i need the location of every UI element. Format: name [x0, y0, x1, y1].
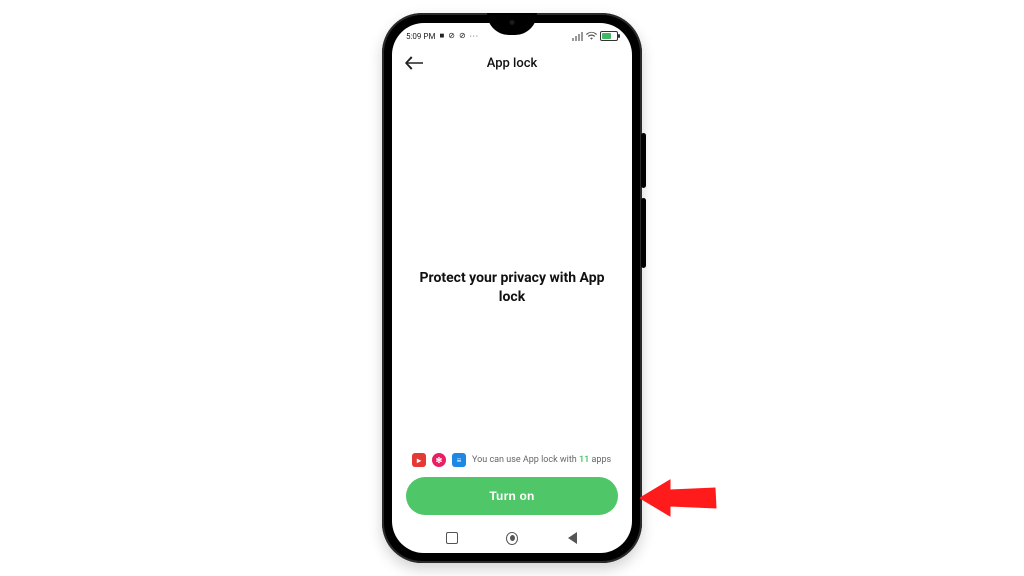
turn-on-button[interactable]: Turn on [406, 477, 618, 515]
youtube-icon: ▸ [412, 453, 426, 467]
phone-side-button-top [641, 133, 646, 188]
annotation-arrow [640, 468, 720, 532]
square-icon [446, 532, 458, 544]
status-time: 5:09 PM [406, 32, 435, 41]
back-button[interactable] [400, 49, 428, 77]
apps-summary-row: ▸ ✻ ≡ You can use App lock with 11 apps [412, 453, 616, 467]
signal-icon [572, 32, 583, 41]
phone-frame: 5:09 PM ■ ⊘ ⊘ ··· [382, 13, 642, 563]
messaging-app-icon: ≡ [452, 453, 466, 467]
nav-recent-button[interactable] [446, 532, 458, 544]
apps-text-suffix: apps [589, 455, 611, 465]
status-mute-icon: ⊘ [459, 32, 466, 40]
arrow-left-icon [405, 56, 423, 70]
status-more-icon: ··· [470, 32, 479, 41]
status-rec-icon: ■ [439, 32, 444, 40]
app-header: App lock [392, 47, 632, 79]
main-content: Protect your privacy with App lock [392, 79, 632, 453]
android-nav-bar [392, 523, 632, 553]
apps-count: 11 [579, 455, 589, 465]
triangle-left-icon [568, 532, 577, 544]
nav-back-button[interactable] [566, 532, 578, 544]
nav-home-button[interactable] [506, 532, 518, 544]
apps-summary-text: You can use App lock with 11 apps [472, 455, 611, 465]
screen: 5:09 PM ■ ⊘ ⊘ ··· [392, 23, 632, 553]
battery-icon [600, 31, 618, 41]
status-dnd-icon: ⊘ [448, 32, 455, 40]
phone-camera [508, 18, 517, 27]
footer: ▸ ✻ ≡ You can use App lock with 11 apps … [392, 453, 632, 523]
status-left: 5:09 PM ■ ⊘ ⊘ ··· [406, 32, 479, 41]
page-title: App lock [487, 56, 538, 71]
headline-text: Protect your privacy with App lock [392, 270, 632, 308]
apps-text-prefix: You can use App lock with [472, 455, 579, 465]
wifi-icon [586, 31, 597, 42]
stage: 5:09 PM ■ ⊘ ⊘ ··· [0, 0, 1024, 576]
status-right [572, 31, 618, 42]
settings-app-icon: ✻ [432, 453, 446, 467]
circle-icon [506, 532, 518, 545]
phone-side-button-bottom [641, 198, 646, 268]
